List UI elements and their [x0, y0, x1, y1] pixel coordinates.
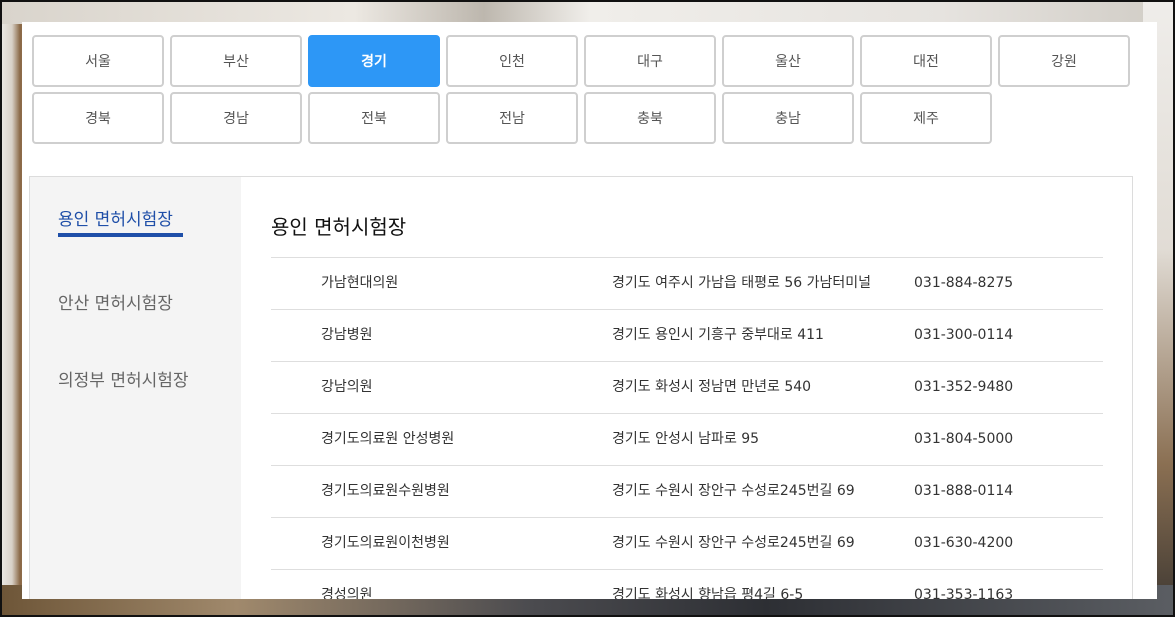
region-tab[interactable]: 서울 [32, 35, 164, 87]
screen-frame: 서울 부산 경기 인천 대구 울산 대전 강원경북 경남 전북 전남 충북 충남 제주 용인 면허시험장 … [0, 0, 1175, 617]
hospital-address: 경기도 용인시 기흥구 중부대로 411 [612, 327, 824, 343]
table-row: 경기도의료원수원병원 경기도 수원시 장안구 수성로245번길 69 031-888… [271, 466, 1103, 518]
region-tab[interactable]: 대구 [584, 35, 716, 87]
section-title: 용인 면허시험장 [271, 215, 407, 239]
table-row: 강남병원 경기도 용인시 기흥구 중부대로 411 031-300-0114 [271, 310, 1103, 362]
hospital-phone: 031-884-8275 [914, 275, 1014, 291]
hospital-address: 경기도 화성시 정남면 만년로 540 [612, 379, 812, 395]
hospital-phone: 031-804-5000 [914, 431, 1014, 447]
region-tab[interactable]: 경기 [308, 35, 440, 87]
region-tab[interactable]: 전북 [308, 92, 440, 144]
hospital-phone: 031-353-1163 [914, 587, 1014, 599]
hospital-name: 경기도의료원 안성병원 [321, 431, 455, 447]
hospital-name: 경기도의료원이천병원 [321, 535, 450, 551]
sidebar-item-uijeongbu[interactable]: 의정부 면허시험장 [58, 366, 189, 391]
region-tab[interactable]: 인천 [446, 35, 578, 87]
table-row: 강남의원 경기도 화성시 정남면 만년로 540 031-352-9480 [271, 362, 1103, 414]
region-tab[interactable]: 충북 [584, 92, 716, 144]
hospital-phone: 031-352-9480 [914, 379, 1014, 395]
hospital-table: 가남현대의원 경기도 여주시 가남읍 태평로 56 가남터미널 031-884-82… [271, 257, 1103, 599]
table-row: 가남현대의원 경기도 여주시 가남읍 태평로 56 가남터미널 031-884-82… [271, 258, 1103, 310]
region-tab[interactable]: 부산 [170, 35, 302, 87]
table-row: 경성의원 경기도 화성시 향남읍 평4길 6-5 031-353-1163 [271, 570, 1103, 599]
region-tab[interactable]: 강원 [998, 35, 1130, 87]
hospital-name: 경성의원 [321, 587, 373, 599]
region-tab[interactable]: 전남 [446, 92, 578, 144]
test-center-sidebar: 용인 면허시험장 안산 면허시험장 의정부 면허시험장 [30, 177, 241, 599]
hospital-phone: 031-300-0114 [914, 327, 1014, 343]
hospital-name: 경기도의료원수원병원 [321, 483, 450, 499]
sidebar-item-yongin[interactable]: 용인 면허시험장 [58, 205, 173, 230]
hospital-address: 경기도 안성시 남파로 95 [612, 431, 760, 447]
region-tab[interactable]: 경남 [170, 92, 302, 144]
hospital-phone: 031-888-0114 [914, 483, 1014, 499]
background-ceiling [2, 2, 1173, 24]
hospital-address: 경기도 수원시 장안구 수성로245번길 69 [612, 483, 855, 499]
table-row: 경기도의료원 안성병원 경기도 안성시 남파로 95 031-804-5000 [271, 414, 1103, 466]
sidebar-item-ansan[interactable]: 안산 면허시험장 [58, 289, 173, 314]
content-box: 용인 면허시험장 안산 면허시험장 의정부 면허시험장 용인 면허시험장 가남현… [29, 176, 1133, 599]
region-tab[interactable]: 대전 [860, 35, 992, 87]
region-tab[interactable]: 경북 [32, 92, 164, 144]
region-tab[interactable]: 울산 [722, 35, 854, 87]
hospital-phone: 031-630-4200 [914, 535, 1014, 551]
table-row: 경기도의료원이천병원 경기도 수원시 장안구 수성로245번길 69 031-630… [271, 518, 1103, 570]
hospital-name: 강남의원 [321, 379, 373, 395]
hospital-address: 경기도 화성시 향남읍 평4길 6-5 [612, 587, 804, 599]
license-center-panel: 서울 부산 경기 인천 대구 울산 대전 강원경북 경남 전북 전남 충북 충남 제주 용인 면허시험장 … [22, 22, 1157, 599]
hospital-name: 가남현대의원 [321, 275, 399, 291]
hospital-name: 강남병원 [321, 327, 373, 343]
hospital-address: 경기도 수원시 장안구 수성로245번길 69 [612, 535, 855, 551]
region-tab[interactable]: 제주 [860, 92, 992, 144]
region-tab[interactable]: 충남 [722, 92, 854, 144]
hospital-address: 경기도 여주시 가남읍 태평로 56 가남터미널 [612, 275, 872, 291]
active-underline [58, 233, 183, 237]
